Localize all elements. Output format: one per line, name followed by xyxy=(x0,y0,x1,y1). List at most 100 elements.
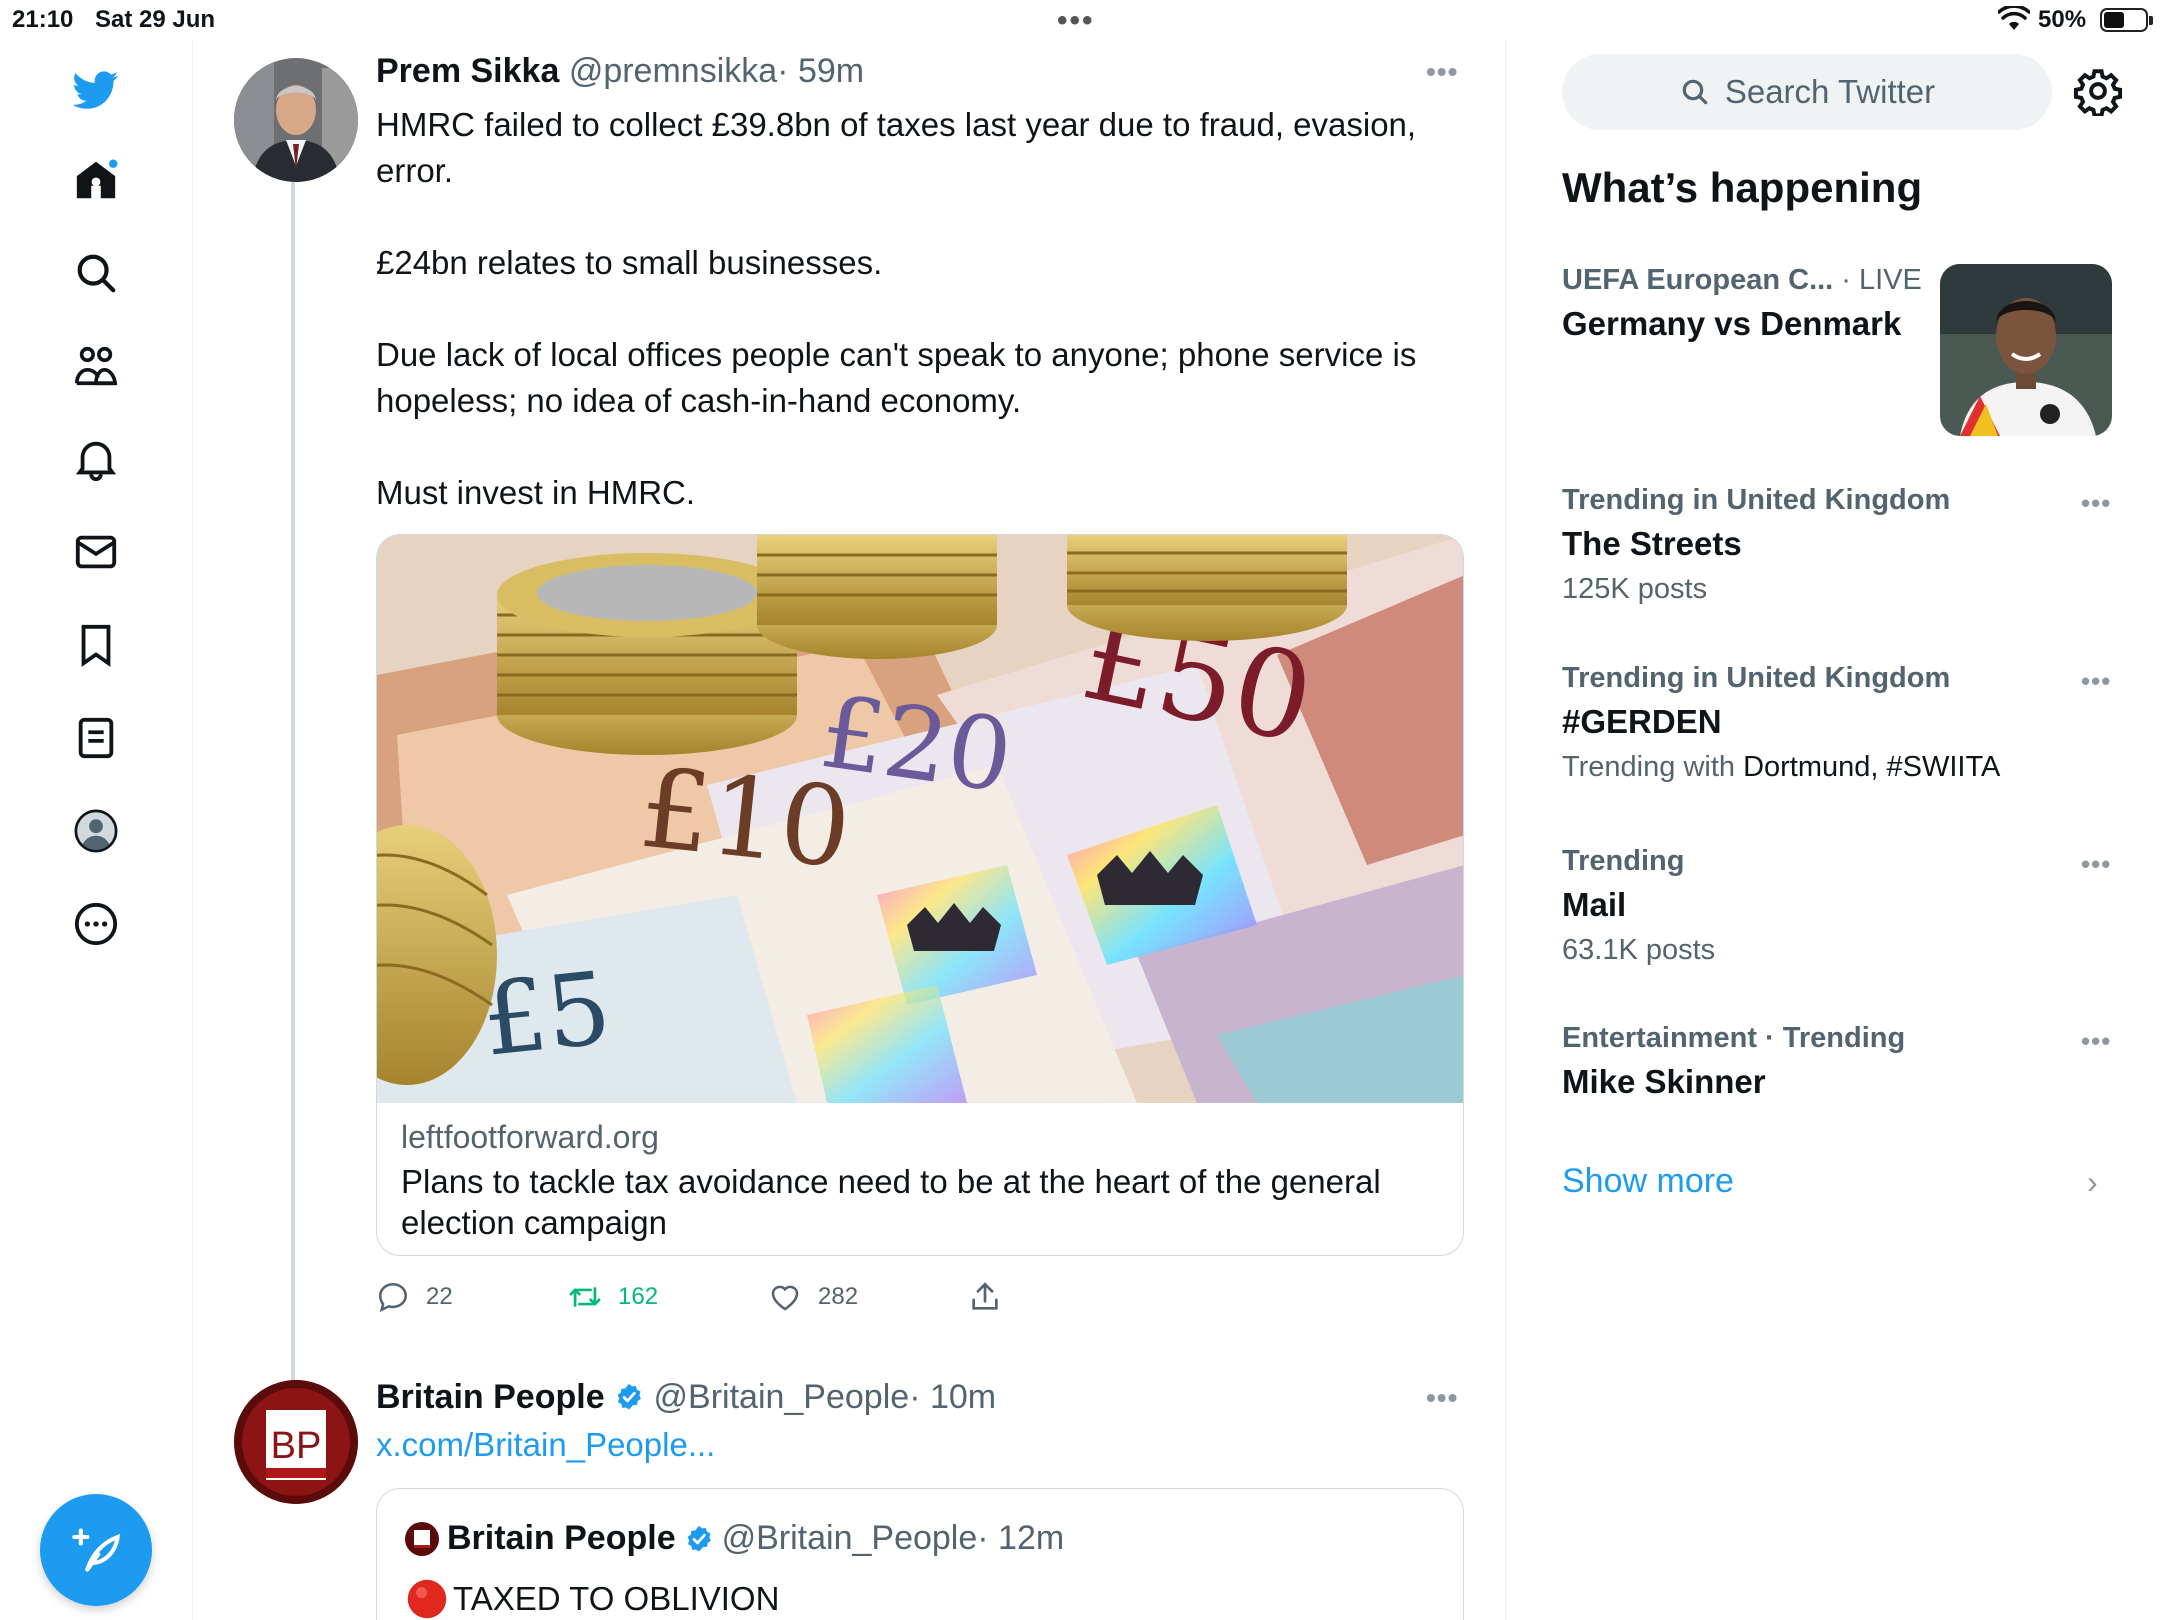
search-icon xyxy=(1682,79,1708,105)
battery-percent: 50% xyxy=(2038,6,2087,33)
card-title: Plans to tackle tax avoidance need to be… xyxy=(401,1163,1381,1241)
verified-badge-icon xyxy=(617,1383,641,1410)
thread-connector xyxy=(291,180,295,1400)
tweet-text-line: £24bn relates to small businesses. xyxy=(376,244,883,281)
search-icon[interactable] xyxy=(68,245,124,301)
trend-title: Germany vs Denmark xyxy=(1562,305,1902,342)
status-time: 21:10 xyxy=(12,6,74,33)
tweet-text-line: Must invest in HMRC. xyxy=(376,474,696,511)
compose-tweet-icon xyxy=(72,1528,121,1572)
communities-icon[interactable] xyxy=(68,338,124,394)
trend-post-count: 125K posts xyxy=(1562,573,1708,605)
share-button[interactable] xyxy=(968,1280,1002,1314)
trend-item[interactable]: Trending in United Kingdom The Streets 1… xyxy=(1562,484,2122,606)
trend-category: Entertainment · Trending xyxy=(1562,1022,1906,1054)
trend-thumbnail[interactable] xyxy=(1940,264,2112,436)
trend-title: The Streets xyxy=(1562,525,1742,562)
link-card[interactable]: £50 £20 £10 £5 leftfootforward.org Plans… xyxy=(376,534,1464,1256)
author-name[interactable]: Prem Sikka xyxy=(376,52,559,90)
retweet-icon xyxy=(569,1287,601,1307)
tweet-text-line: Due lack of local offices people can't s… xyxy=(376,336,1417,419)
reply-icon xyxy=(378,1282,408,1313)
trend-item[interactable]: UEFA European C... · LIVE Germany vs Den… xyxy=(1562,264,1942,343)
show-more-link[interactable]: Show more xyxy=(1562,1162,1734,1201)
profile-icon[interactable] xyxy=(68,803,124,859)
tweet-header: Prem Sikka @premnsikka· 59m xyxy=(376,52,864,91)
reply-count: 22 xyxy=(426,1283,453,1310)
trend-category: Trending xyxy=(1562,845,1685,877)
avatar-britain-people[interactable]: BP xyxy=(234,1380,358,1504)
quoted-tweet-text: TAXED TO OBLIVION xyxy=(405,1577,779,1620)
quoted-text: TAXED TO OBLIVION xyxy=(453,1580,780,1617)
notifications-icon[interactable] xyxy=(68,431,124,487)
quoted-author-handle: @Britain_People xyxy=(721,1519,978,1557)
reply-button[interactable]: 22 xyxy=(376,1280,453,1314)
compose-tweet-button[interactable] xyxy=(40,1494,152,1606)
verified-badge-icon xyxy=(687,1525,711,1551)
search-twitter-input[interactable]: Search Twitter xyxy=(1562,54,2052,130)
avatar-prem-sikka[interactable] xyxy=(234,58,358,182)
trend-title: Mike Skinner xyxy=(1562,1063,1766,1100)
lists-icon[interactable] xyxy=(68,710,124,766)
messages-icon[interactable] xyxy=(68,524,124,580)
quoted-tweet[interactable]: Britain People @Britain_People· 12m TAXE… xyxy=(376,1488,1464,1620)
timeline: Prem Sikka @premnsikka· 59m ••• HMRC fai… xyxy=(194,40,1506,1620)
tweet-header: Britain People @Britain_People· 10m xyxy=(376,1378,996,1417)
retweet-count: 162 xyxy=(618,1283,659,1310)
like-count: 282 xyxy=(818,1283,859,1310)
share-icon xyxy=(972,1282,998,1310)
more-icon[interactable] xyxy=(68,896,124,952)
trend-more-icon[interactable]: ••• xyxy=(2081,488,2111,519)
note-5-label: £5 xyxy=(477,949,616,1079)
trend-item[interactable]: Trending in United Kingdom #GERDEN Trend… xyxy=(1562,662,2122,784)
trend-related: Dortmund, #SWIITA xyxy=(1743,751,2001,783)
card-domain: leftfootforward.org xyxy=(401,1119,659,1155)
avatar-text: BP xyxy=(271,1425,322,1467)
trend-item[interactable]: Trending Mail 63.1K posts xyxy=(1562,845,2122,967)
status-bar: 21:10 Sat 29 Jun ••• 50% xyxy=(0,0,2160,40)
left-nav xyxy=(0,40,193,1620)
quoted-author-name: Britain People xyxy=(447,1519,676,1557)
wifi-icon xyxy=(1998,6,2030,30)
search-placeholder: Search Twitter xyxy=(1724,73,1936,110)
trend-item[interactable]: Entertainment · Trending Mike Skinner xyxy=(1562,1022,2122,1101)
red-circle-icon xyxy=(407,1579,447,1619)
trend-category: Trending in United Kingdom xyxy=(1562,662,1951,694)
heart-icon xyxy=(771,1285,799,1311)
card-image-banknotes: £50 £20 £10 £5 xyxy=(377,535,1463,1103)
tweet-time[interactable]: · 10m xyxy=(909,1378,996,1416)
trend-category: Trending in United Kingdom xyxy=(1562,484,1951,516)
trend-more-icon[interactable]: ••• xyxy=(2081,1026,2111,1057)
trend-more-icon[interactable]: ••• xyxy=(2081,849,2111,880)
retweet-button[interactable]: 162 xyxy=(568,1280,658,1314)
battery-icon xyxy=(2100,8,2153,32)
trend-title: #GERDEN xyxy=(1562,703,1722,740)
like-button[interactable]: 282 xyxy=(768,1280,858,1314)
tweet-more-icon[interactable]: ••• xyxy=(1426,56,1458,88)
author-handle[interactable]: @premnsikka xyxy=(569,52,777,90)
tweet-text-line: HMRC failed to collect £39.8bn of taxes … xyxy=(376,106,1417,189)
trend-more-icon[interactable]: ••• xyxy=(2081,666,2111,697)
twitter-logo-icon[interactable] xyxy=(68,62,124,118)
author-handle[interactable]: @Britain_People xyxy=(654,1378,910,1416)
quoted-tweet-time: · 12m xyxy=(977,1519,1065,1557)
tweet-body: HMRC failed to collect £39.8bn of taxes … xyxy=(376,102,1456,516)
multitasking-dots-icon[interactable]: ••• xyxy=(1057,4,1095,38)
quoted-tweet-header: Britain People @Britain_People· 12m xyxy=(405,1519,1064,1558)
trend-title: Mail xyxy=(1562,886,1627,923)
tweet-link[interactable]: x.com/Britain_People... xyxy=(376,1426,715,1464)
trend-live-label: · LIVE xyxy=(1833,264,1922,296)
quoted-avatar[interactable] xyxy=(405,1521,439,1556)
trend-category: UEFA European C... xyxy=(1562,264,1834,296)
tweet-more-icon[interactable]: ••• xyxy=(1426,1382,1458,1414)
home-icon[interactable] xyxy=(68,152,124,208)
note-10-label: £10 xyxy=(634,744,856,893)
whats-happening-title: What’s happening xyxy=(1562,164,1923,211)
trend-post-count: 63.1K posts xyxy=(1562,934,1716,966)
author-name[interactable]: Britain People xyxy=(376,1378,605,1416)
status-date: Sat 29 Jun xyxy=(95,6,216,33)
chevron-right-icon[interactable]: › xyxy=(2087,1164,2098,1201)
settings-gear-icon[interactable] xyxy=(2073,66,2123,116)
bookmarks-icon[interactable] xyxy=(68,617,124,673)
tweet-time[interactable]: · 59m xyxy=(777,52,864,90)
